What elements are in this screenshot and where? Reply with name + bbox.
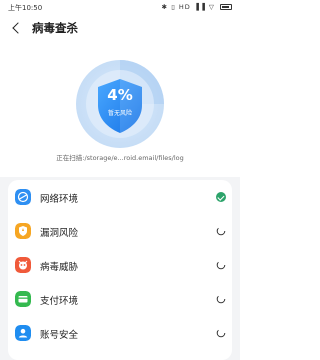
back-button[interactable] [8, 19, 26, 37]
risk-status: 暂无风险 [107, 110, 132, 117]
shield-badge: 4% 暂无风险 [96, 78, 144, 134]
battery-icon [220, 4, 232, 10]
list-item-payment[interactable]: 支付环境 [8, 282, 232, 316]
item-label: 漏洞风险 [40, 228, 79, 239]
vibrate-icon: ▯ [171, 3, 176, 11]
loading-spinner-icon [216, 226, 226, 236]
bluetooth-icon: ✱ [161, 3, 169, 11]
app-header: 病毒查杀 [0, 14, 240, 42]
list-item-network[interactable]: 网络环境 [8, 180, 232, 214]
item-label: 病毒威胁 [40, 262, 79, 273]
status-bar: 上午10:50 ✱ ▯ HD ▐▐ ▽ [0, 0, 240, 14]
check-list: 网络环境 漏洞风险 病毒威胁 支付环境 账号安全 [8, 180, 232, 360]
virus-icon [15, 257, 31, 273]
list-item-virus[interactable]: 病毒威胁 [8, 248, 232, 282]
list-item-account[interactable]: 账号安全 [8, 316, 232, 350]
loading-spinner-icon [216, 328, 226, 338]
item-label: 网络环境 [40, 194, 79, 205]
item-label: 支付环境 [40, 296, 79, 307]
item-label: 账号安全 [40, 330, 79, 341]
hd-icon: HD [178, 3, 191, 11]
wifi-icon: ▽ [208, 3, 215, 11]
status-icons: ✱ ▯ HD ▐▐ ▽ [162, 3, 232, 11]
scan-area: 4% 暂无风险 正在扫描:/storage/e...roid.email/fil… [0, 42, 240, 177]
scan-percent: 4% [107, 86, 133, 104]
page-title: 病毒查杀 [32, 21, 78, 35]
wallet-icon [15, 291, 31, 307]
signal-icon: ▐▐ [193, 3, 206, 11]
globe-icon [15, 189, 31, 205]
list-item-vulnerability[interactable]: 漏洞风险 [8, 214, 232, 248]
scan-path-text: 正在扫描:/storage/e...roid.email/files/log [56, 154, 184, 162]
user-icon [15, 325, 31, 341]
status-time: 上午10:50 [8, 4, 43, 12]
check-icon [216, 192, 226, 202]
loading-spinner-icon [216, 294, 226, 304]
loading-spinner-icon [216, 260, 226, 270]
shield-icon [15, 223, 31, 239]
